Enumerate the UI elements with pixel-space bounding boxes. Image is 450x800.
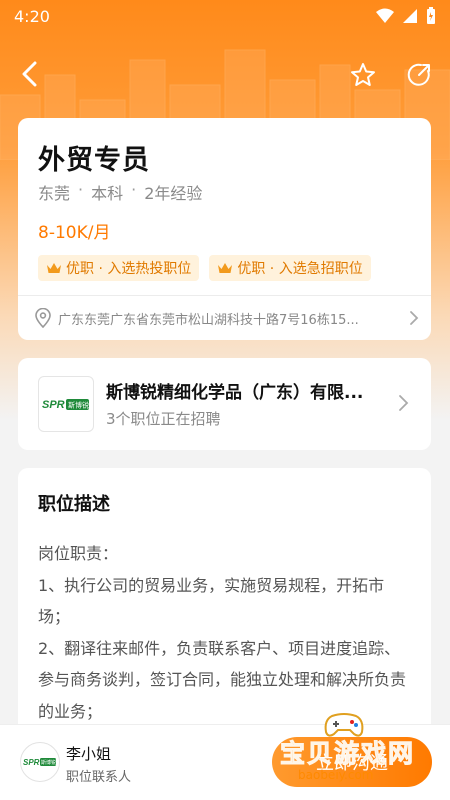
- description-line: 1、执行公司的贸易业务，实施贸易规程，开拓市场；: [38, 575, 385, 627]
- status-bar: 4:20: [0, 0, 450, 32]
- share-button[interactable]: [402, 58, 436, 92]
- svg-text:斯博锐: 斯博锐: [68, 401, 89, 410]
- svg-text:SPR: SPR: [23, 758, 40, 767]
- chevron-right-icon: [410, 311, 419, 325]
- avatar: SPR 斯博锐: [20, 742, 60, 782]
- job-tag-label: 优职 · 入选热投职位: [66, 261, 192, 277]
- job-tag: 优职 · 入选热投职位: [38, 255, 200, 281]
- company-name: 斯博锐精细化学品（广东）有限...: [106, 383, 364, 403]
- job-location: 东莞: [38, 184, 71, 203]
- nav-bar: [0, 52, 450, 98]
- battery-icon: [427, 7, 435, 24]
- job-experience: 2年经验: [144, 184, 203, 203]
- wifi-icon: [376, 8, 394, 23]
- job-title: 外贸专员: [38, 145, 150, 176]
- cellular-signal-icon: [403, 9, 417, 23]
- job-tags: 优职 · 入选热投职位 优职 · 入选急招职位: [38, 255, 371, 281]
- job-description-card: 职位描述 岗位职责： 1、执行公司的贸易业务，实施贸易规程，开拓市场； 2、翻译…: [18, 468, 431, 758]
- favorite-button[interactable]: [346, 58, 380, 92]
- star-icon: [351, 63, 375, 86]
- contact-role: 职位联系人: [66, 770, 132, 785]
- job-info-card: 外贸专员 东莞 · 本科 · 2年经验 8-10K/月 优职 · 入选热投职位 …: [18, 118, 431, 340]
- company-card[interactable]: SPR 斯博锐 斯博锐精细化学品（广东）有限... 3个职位正在招聘: [18, 358, 431, 450]
- divider: [18, 295, 431, 296]
- job-tag-label: 优职 · 入选急招职位: [237, 261, 363, 277]
- status-time: 4:20: [14, 6, 50, 26]
- crown-icon: [47, 263, 61, 273]
- job-address: 广东东莞广东省东莞市松山湖科技十路7号16栋15...: [58, 312, 359, 328]
- chevron-left-icon: [22, 61, 37, 87]
- company-open-positions: 3个职位正在招聘: [106, 410, 221, 428]
- section-title: 职位描述: [38, 494, 110, 515]
- job-salary: 8-10K/月: [38, 223, 111, 243]
- location-pin-icon: [35, 308, 51, 328]
- meta-separator: ·: [131, 180, 137, 199]
- contact-name: 李小姐: [66, 745, 112, 763]
- job-education: 本科: [91, 184, 124, 203]
- job-meta: 东莞 · 本科 · 2年经验: [38, 180, 202, 204]
- description-line: 2、翻译往来邮件，负责联系客户、项目进度追踪、参与商务谈判，签订合同，能独立处理…: [38, 638, 407, 721]
- svg-text:斯博锐: 斯博锐: [41, 759, 56, 766]
- bottom-action-bar: SPR 斯博锐 李小姐 职位联系人 立即沟通: [0, 724, 450, 800]
- meta-separator: ·: [78, 180, 84, 199]
- job-address-row[interactable]: 广东东莞广东省东莞市松山湖科技十路7号16栋15...: [34, 308, 419, 328]
- crown-icon: [218, 263, 233, 273]
- job-tag: 优职 · 入选急招职位: [209, 255, 371, 281]
- chevron-right-icon: [399, 395, 409, 411]
- description-line: 岗位职责：: [38, 544, 119, 563]
- share-icon: [407, 63, 430, 86]
- job-description-body: 岗位职责： 1、执行公司的贸易业务，实施贸易规程，开拓市场； 2、翻译往来邮件，…: [38, 538, 413, 727]
- company-logo: SPR 斯博锐: [38, 376, 94, 432]
- svg-text:SPR: SPR: [42, 399, 65, 411]
- apply-button[interactable]: 立即沟通: [272, 737, 432, 787]
- back-button[interactable]: [14, 58, 46, 90]
